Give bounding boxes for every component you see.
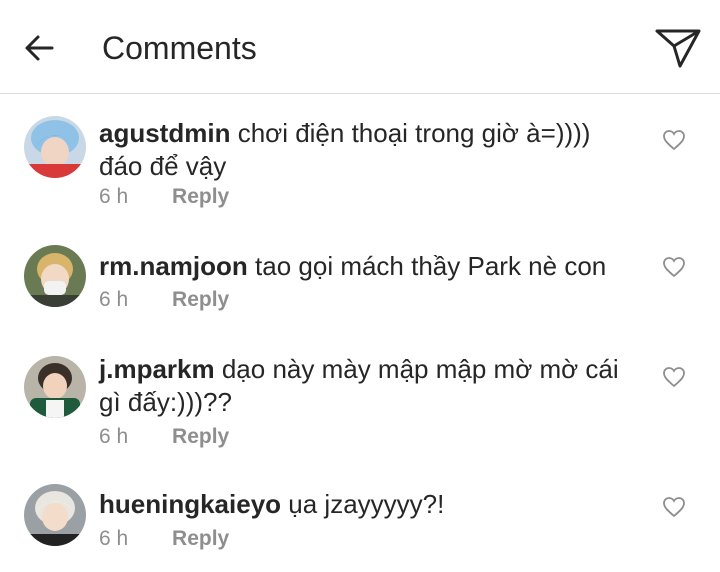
- comment-time: 6 h: [99, 527, 129, 550]
- reply-button[interactable]: Reply: [172, 185, 229, 208]
- back-arrow-icon[interactable]: [22, 30, 58, 66]
- avatar[interactable]: [24, 245, 86, 307]
- heart-icon[interactable]: [662, 256, 686, 278]
- comment-text-block: hueningkaieyo ụa jzayyyyy?!: [99, 488, 629, 521]
- reply-button[interactable]: Reply: [172, 527, 229, 550]
- comment-username[interactable]: j.mparkm: [99, 354, 215, 384]
- reply-button[interactable]: Reply: [172, 425, 229, 448]
- comment-meta: 6 h Reply: [99, 288, 229, 312]
- page-title: Comments: [102, 30, 257, 66]
- heart-icon[interactable]: [662, 496, 686, 518]
- heart-icon[interactable]: [662, 129, 686, 151]
- comment-meta: 6 h Reply: [99, 527, 229, 551]
- comment-username[interactable]: rm.namjoon: [99, 251, 248, 281]
- comment-time: 6 h: [99, 288, 129, 311]
- comment-text-block: agustdmin chơi điện thoại trong giờ à=))…: [99, 117, 629, 183]
- comment-meta: 6 h Reply: [99, 425, 229, 449]
- avatar[interactable]: [24, 116, 86, 178]
- reply-button[interactable]: Reply: [172, 288, 229, 311]
- comment-body: tao gọi mách thầy Park nè con: [255, 251, 607, 281]
- comment-username[interactable]: hueningkaieyo: [99, 489, 281, 519]
- comment-username[interactable]: agustdmin: [99, 118, 230, 148]
- comment-time: 6 h: [99, 425, 129, 448]
- comment-meta: 6 h Reply: [99, 185, 229, 209]
- comment-text-block: rm.namjoon tao gọi mách thầy Park nè con: [99, 250, 629, 283]
- heart-icon[interactable]: [662, 366, 686, 388]
- comment-body: ụa jzayyyyy?!: [288, 489, 445, 519]
- send-direct-icon[interactable]: [654, 26, 702, 70]
- avatar[interactable]: [24, 356, 86, 418]
- avatar[interactable]: [24, 484, 86, 546]
- top-bar: Comments: [0, 0, 720, 94]
- comment-time: 6 h: [99, 185, 129, 208]
- comment-text-block: j.mparkm dạo này mày mập mập mờ mờ cái g…: [99, 353, 629, 419]
